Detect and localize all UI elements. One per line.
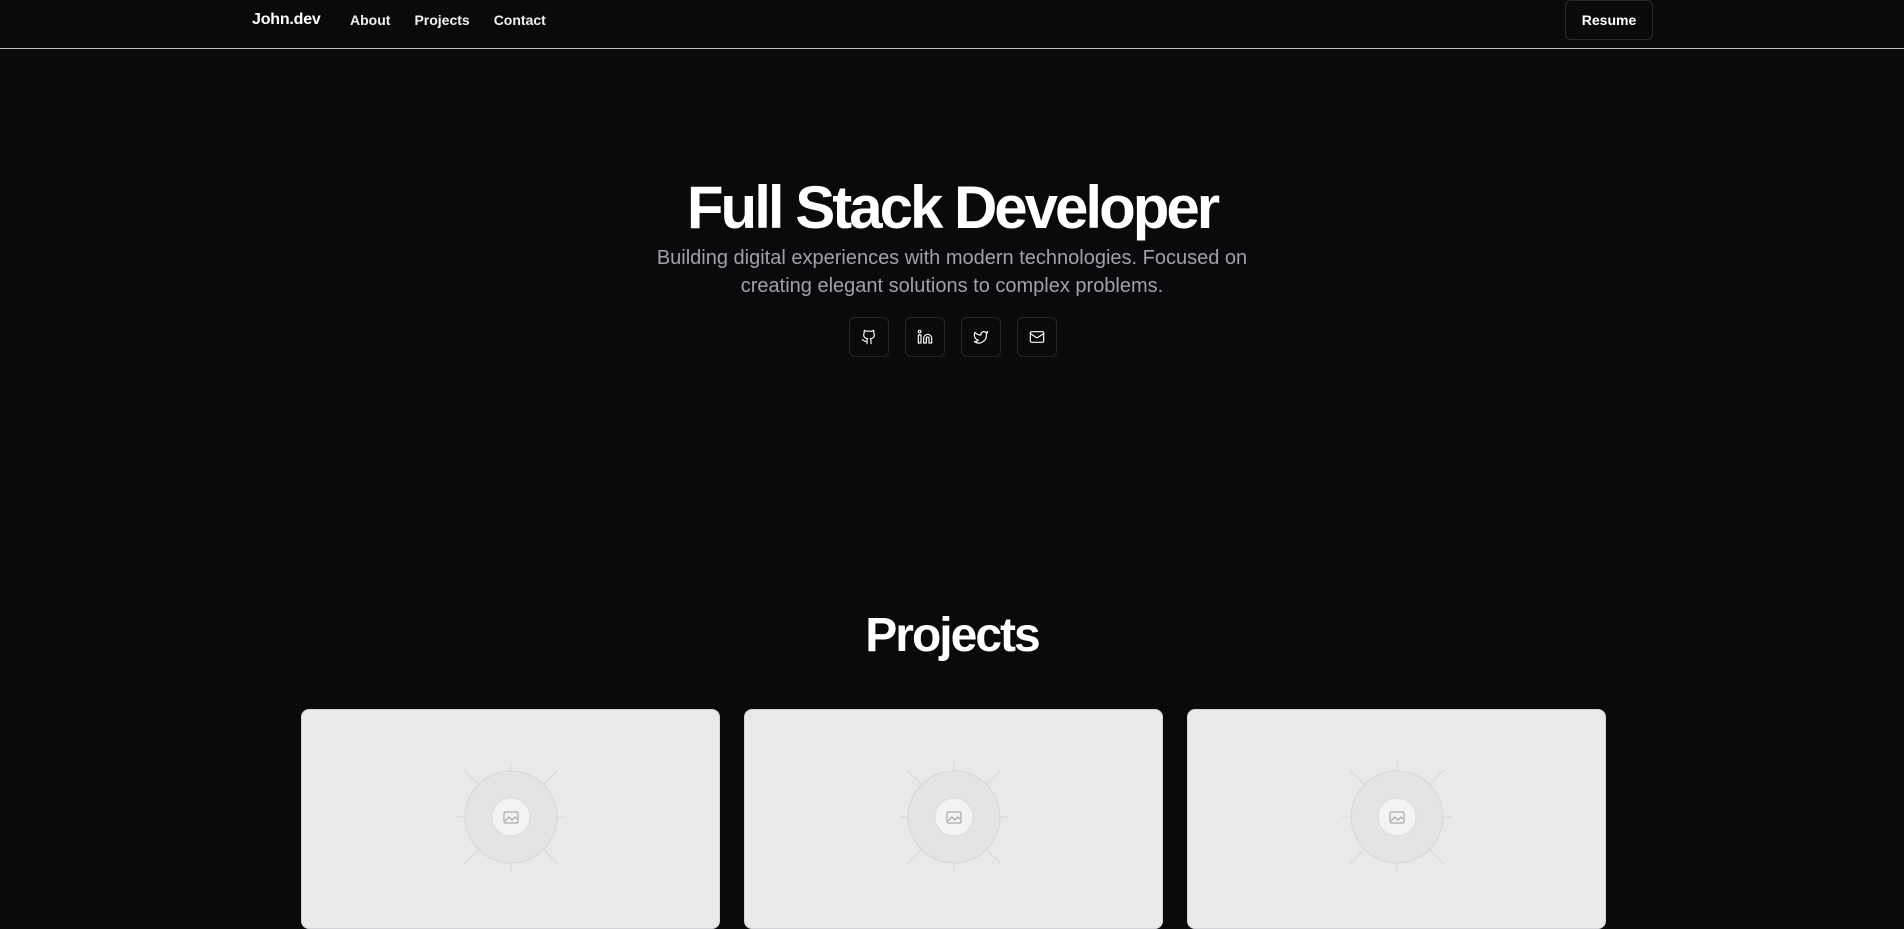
github-button[interactable] xyxy=(849,317,889,357)
mail-button[interactable] xyxy=(1017,317,1057,357)
github-icon xyxy=(861,329,875,345)
placeholder-image-icon xyxy=(456,762,566,872)
hero-title: Full Stack Developer xyxy=(686,174,1220,241)
resume-button[interactable]: Resume xyxy=(1565,0,1653,40)
navbar: John.dev About Projects Contact Resume xyxy=(0,0,1904,49)
brand-logo[interactable]: John.dev xyxy=(252,11,321,29)
placeholder-image-icon xyxy=(899,762,1009,872)
hero-subtitle: Building digital experiences with modern… xyxy=(656,247,1248,297)
nav-link-contact[interactable]: Contact xyxy=(494,12,546,28)
linkedin-icon xyxy=(917,329,933,344)
project-card[interactable] xyxy=(744,709,1163,929)
social-links xyxy=(849,317,1057,357)
mail-icon xyxy=(1029,331,1045,343)
nav-link-projects[interactable]: Projects xyxy=(414,12,469,28)
project-card[interactable] xyxy=(1187,709,1606,929)
linkedin-button[interactable] xyxy=(905,317,945,357)
nav-link-about[interactable]: About xyxy=(350,12,390,28)
projects-title: Projects xyxy=(865,609,1040,662)
placeholder-image-icon xyxy=(1342,762,1452,872)
nav-links: About Projects Contact xyxy=(350,12,546,28)
project-card[interactable] xyxy=(301,709,720,929)
twitter-button[interactable] xyxy=(961,317,1001,357)
project-cards xyxy=(301,709,1606,929)
twitter-icon xyxy=(973,331,989,344)
